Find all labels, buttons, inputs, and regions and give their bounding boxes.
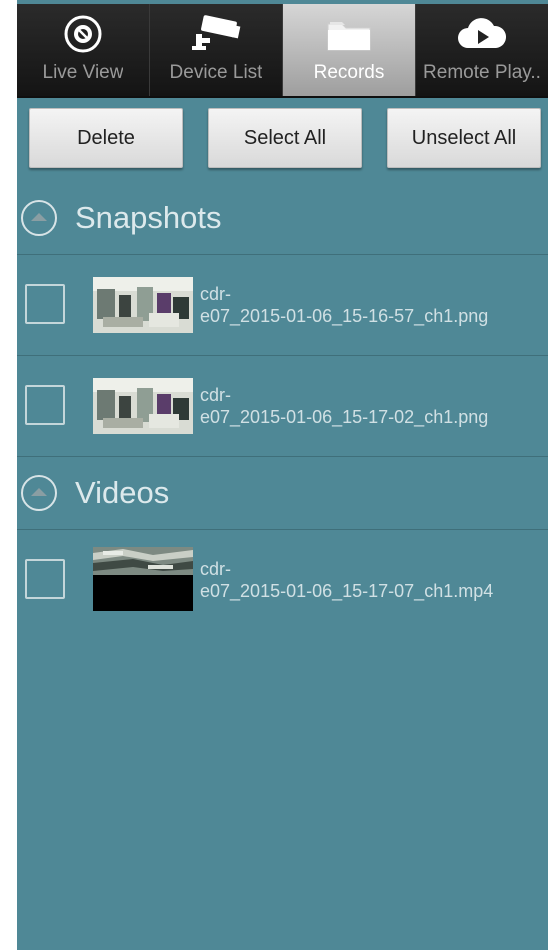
section-title: Snapshots: [75, 200, 222, 235]
file-name: cdr- e07_2015-01-06_15-17-07_ch1.mp4: [200, 558, 493, 602]
file-name-line-1: cdr-: [200, 385, 231, 405]
records-screen: Live View Device List Records Remote Pla…: [17, 0, 548, 950]
tab-label: Remote Play..: [423, 62, 541, 83]
camera-icon: [188, 8, 244, 60]
file-name-line-2: e07_2015-01-06_15-17-02_ch1.png: [200, 407, 489, 427]
tab-records[interactable]: Records: [283, 4, 416, 96]
video-thumbnail: [93, 547, 193, 611]
action-toolbar: Delete Select All Unselect All: [17, 108, 548, 168]
tab-remote-playback[interactable]: Remote Play..: [416, 4, 548, 96]
snapshot-thumbnail: [93, 378, 193, 434]
list-item[interactable]: cdr- e07_2015-01-06_15-17-02_ch1.png: [17, 356, 548, 457]
snapshots-section-header[interactable]: Snapshots: [17, 182, 548, 255]
select-all-button[interactable]: Select All: [208, 108, 362, 168]
tab-label: Device List: [169, 62, 263, 83]
snapshot-thumbnail: [93, 277, 193, 333]
list-item[interactable]: cdr- e07_2015-01-06_15-16-57_ch1.png: [17, 255, 548, 356]
tab-live-view[interactable]: Live View: [17, 4, 150, 96]
delete-button[interactable]: Delete: [29, 108, 183, 168]
file-name-line-2: e07_2015-01-06_15-16-57_ch1.png: [200, 306, 489, 326]
list-item[interactable]: cdr- e07_2015-01-06_15-17-07_ch1.mp4: [17, 530, 548, 630]
collapse-icon[interactable]: [21, 475, 57, 511]
select-checkbox[interactable]: [25, 559, 65, 599]
tab-label: Records: [313, 62, 385, 83]
file-name: cdr- e07_2015-01-06_15-17-02_ch1.png: [200, 384, 488, 428]
cloud-play-icon: [454, 8, 510, 60]
tab-device-list[interactable]: Device List: [150, 4, 283, 96]
select-checkbox[interactable]: [25, 284, 65, 324]
section-title: Videos: [75, 475, 170, 510]
file-name: cdr- e07_2015-01-06_15-16-57_ch1.png: [200, 283, 488, 327]
live-view-icon: [63, 8, 103, 60]
tab-label: Live View: [42, 62, 124, 83]
file-name-line-2: e07_2015-01-06_15-17-07_ch1.mp4: [200, 581, 494, 601]
unselect-all-button[interactable]: Unselect All: [387, 108, 541, 168]
tab-bar: Live View Device List Records Remote Pla…: [17, 4, 548, 98]
videos-section-header[interactable]: Videos: [17, 457, 548, 530]
file-name-line-1: cdr-: [200, 559, 231, 579]
collapse-icon[interactable]: [21, 200, 57, 236]
folder-icon: [324, 8, 374, 60]
file-name-line-1: cdr-: [200, 284, 231, 304]
select-checkbox[interactable]: [25, 385, 65, 425]
